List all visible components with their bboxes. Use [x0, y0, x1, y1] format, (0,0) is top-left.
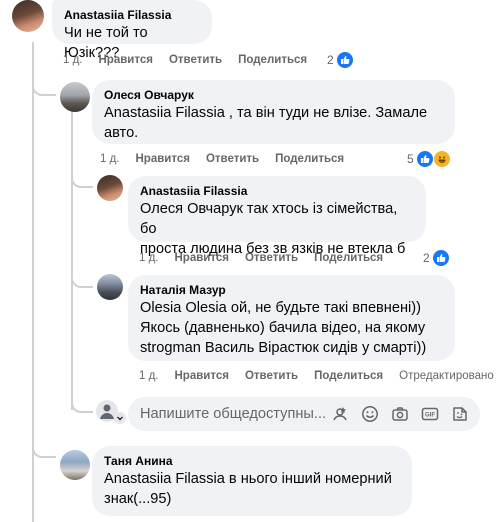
avatar-sticker-icon[interactable] [330, 404, 350, 424]
comment-bubble: Anastasiia Filassia Олеся Овчарук так хт… [128, 176, 426, 257]
comment-author[interactable]: Наталія Мазур [140, 282, 443, 298]
thread-connector [71, 270, 93, 288]
reaction-count: 2 [423, 251, 430, 265]
reply-button[interactable]: Ответить [245, 370, 298, 382]
thread-connector [32, 440, 56, 458]
composer-input[interactable]: Напишите общедоступны... [128, 406, 330, 422]
avatar[interactable] [97, 175, 123, 201]
comment-text-line: Anastasiia Filassia в нього інший номерн… [104, 471, 392, 487]
avatar[interactable] [60, 82, 90, 112]
comment-text-line: авто. [104, 125, 139, 141]
like-button[interactable]: Нравится [175, 252, 229, 264]
comment-author[interactable]: Олеся Овчарук [104, 87, 443, 103]
comment-time[interactable]: 1 д. [139, 370, 159, 382]
comment-text-line: strogman Василь Вірастюк сидів у смарті)… [140, 340, 427, 356]
comment-bubble: Наталія Мазур Olesia Olesia ой, не будьт… [128, 275, 455, 361]
comment-composer[interactable]: Напишите общедоступны... GIF [128, 397, 480, 431]
comment-actions: 1 д. Нравится Ответить Поделиться [63, 54, 323, 66]
like-icon [336, 52, 353, 68]
reply-button[interactable]: Ответить [169, 54, 222, 66]
gif-icon[interactable]: GIF [420, 404, 440, 424]
comment-author[interactable]: Anastasiia Filassia [64, 7, 200, 23]
reaction-count: 5 [407, 152, 414, 166]
haha-icon [432, 150, 451, 168]
like-button[interactable]: Нравится [99, 54, 153, 66]
comment-text-line: Anastasiia Filassia , та він туди не влі… [104, 105, 428, 121]
sticker-icon[interactable] [450, 404, 470, 424]
avatar[interactable] [97, 274, 123, 300]
comment-text-line: Якось (давненько) бачила відео, на якому [140, 320, 426, 336]
share-button[interactable]: Поделиться [314, 370, 383, 382]
thread-connector [71, 170, 93, 188]
svg-text:GIF: GIF [425, 413, 435, 419]
like-button[interactable]: Нравится [175, 370, 229, 382]
reaction-summary[interactable]: 2 [423, 250, 449, 266]
avatar[interactable] [12, 0, 44, 32]
share-button[interactable]: Поделиться [275, 153, 344, 165]
reply-button[interactable]: Ответить [245, 252, 298, 264]
edited-label: Отредактировано [399, 370, 494, 382]
reaction-summary[interactable]: 5 [407, 150, 451, 168]
comment-text-line: Олеся Овчарук так хтось із сімейства, бо [140, 201, 398, 237]
like-icon [416, 151, 433, 167]
thread-line-sub [71, 110, 73, 410]
comment-text-line: знак(...95) [104, 491, 172, 507]
comment-author[interactable]: Anastasiia Filassia [140, 183, 414, 199]
comment-actions: 1 д. Нравится Ответить Поделиться Отреда… [139, 370, 494, 382]
share-button[interactable]: Поделиться [238, 54, 307, 66]
comment-bubble: Олеся Овчарук Anastasiia Filassia , та в… [92, 80, 455, 144]
reply-button[interactable]: Ответить [206, 153, 259, 165]
comment-time[interactable]: 1 д. [139, 252, 159, 264]
comment-actions: 1 д. Нравится Ответить Поделиться [100, 153, 360, 165]
comment-actions: 1 д. Нравится Ответить Поделиться [139, 252, 399, 264]
avatar[interactable] [60, 450, 90, 480]
chevron-down-icon[interactable] [114, 412, 126, 424]
emoji-icon[interactable] [360, 404, 380, 424]
comment-text-line: Olesia Olesia ой, не будьте такі впевнен… [140, 300, 422, 316]
camera-icon[interactable] [390, 404, 410, 424]
thread-connector [32, 80, 56, 96]
comment-time[interactable]: 1 д. [63, 54, 83, 66]
comment-author[interactable]: Таня Анина [104, 453, 400, 469]
reaction-summary[interactable]: 2 [327, 52, 353, 68]
like-icon [432, 250, 449, 266]
comment-bubble: Таня Анина Anastasiia Filassia в нього і… [92, 446, 412, 516]
share-button[interactable]: Поделиться [314, 252, 383, 264]
thread-connector [71, 395, 93, 413]
reaction-count: 2 [327, 53, 334, 67]
comment-time[interactable]: 1 д. [100, 153, 120, 165]
comment-bubble: Anastasiia Filassia Чи не той то Юзік??? [52, 0, 212, 61]
like-button[interactable]: Нравится [136, 153, 190, 165]
